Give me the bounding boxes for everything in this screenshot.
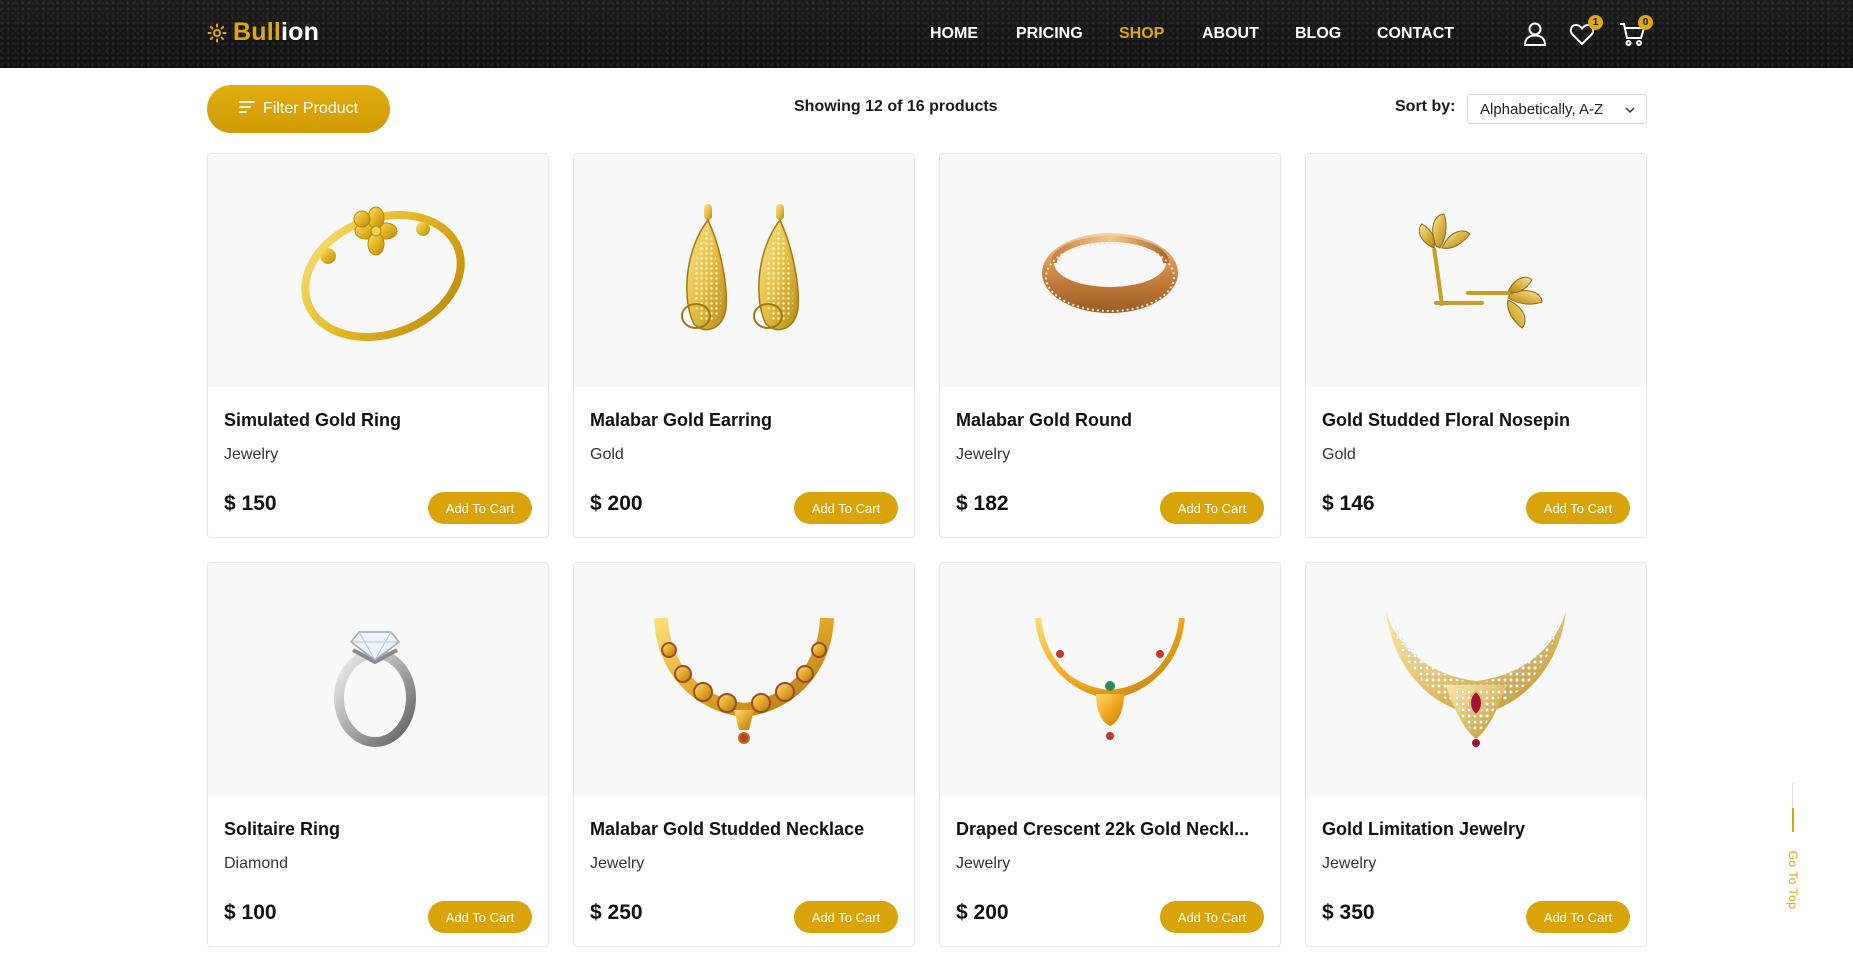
- product-category: Gold: [1322, 446, 1356, 463]
- product-image-gold-studded-necklace[interactable]: [574, 563, 914, 796]
- nav-contact[interactable]: CONTACT: [1377, 25, 1454, 43]
- go-top-track: [1792, 783, 1793, 808]
- product-name[interactable]: Simulated Gold Ring: [224, 410, 401, 431]
- product-price: $ 100: [224, 901, 277, 924]
- filter-product-button[interactable]: Filter Product: [207, 85, 390, 133]
- product-category: Jewelry: [224, 446, 279, 463]
- product-price: $ 150: [224, 492, 277, 515]
- product-category: Gold: [590, 446, 624, 463]
- product-price: $ 146: [1322, 492, 1375, 515]
- go-top-indicator: [1792, 808, 1794, 832]
- product-image-diamond-ruby-necklace[interactable]: [1306, 563, 1646, 796]
- site-header: Bullion HOME PRICING SHOP ABOUT BLOG CON…: [0, 0, 1853, 68]
- product-price: $ 200: [590, 492, 643, 515]
- product-price: $ 200: [956, 901, 1009, 924]
- nav-shop[interactable]: SHOP: [1119, 25, 1164, 43]
- product-name[interactable]: Solitaire Ring: [224, 819, 340, 840]
- product-image-rose-gold-band[interactable]: [940, 154, 1280, 387]
- product-card[interactable]: Solitaire Ring Diamond $ 100 Add To Cart: [207, 562, 549, 947]
- product-card[interactable]: Gold Limitation Jewelry Jewelry $ 350 Ad…: [1305, 562, 1647, 947]
- add-to-cart-button[interactable]: Add To Cart: [1160, 492, 1264, 524]
- product-name[interactable]: Malabar Gold Round: [956, 410, 1132, 431]
- add-to-cart-button[interactable]: Add To Cart: [1526, 492, 1630, 524]
- product-category: Jewelry: [956, 855, 1011, 872]
- product-image-gold-crescent-necklace[interactable]: [940, 563, 1280, 796]
- nav-pricing[interactable]: PRICING: [1016, 25, 1083, 43]
- product-image-diamond-solitaire-ring[interactable]: [208, 563, 548, 796]
- product-card[interactable]: Malabar Gold Round Jewelry $ 182 Add To …: [939, 153, 1281, 538]
- sort-select[interactable]: Alphabetically, A-Z: [1467, 94, 1647, 124]
- heart-icon[interactable]: 1: [1568, 15, 1603, 48]
- wishlist-count-badge: 1: [1588, 15, 1603, 30]
- product-image-gold-floral-stud[interactable]: [1306, 154, 1646, 387]
- add-to-cart-button[interactable]: Add To Cart: [1160, 901, 1264, 933]
- product-name[interactable]: Draped Crescent 22k Gold Neckl...: [956, 819, 1249, 840]
- product-category: Jewelry: [1322, 855, 1377, 872]
- product-card[interactable]: Draped Crescent 22k Gold Neckl... Jewelr…: [939, 562, 1281, 947]
- product-image-gold-drop-earrings[interactable]: [574, 154, 914, 387]
- cart-icon[interactable]: 0: [1618, 15, 1653, 48]
- go-to-top-button[interactable]: Go To Top: [1786, 783, 1800, 909]
- product-price: $ 350: [1322, 901, 1375, 924]
- sort-selected-value: Alphabetically, A-Z: [1480, 100, 1604, 118]
- product-category: Diamond: [224, 855, 289, 872]
- product-image-gold-flower-ring[interactable]: [208, 154, 548, 387]
- nav-about[interactable]: ABOUT: [1202, 25, 1259, 43]
- filter-icon: [239, 100, 255, 119]
- product-name[interactable]: Malabar Gold Earring: [590, 410, 772, 431]
- product-name[interactable]: Gold Limitation Jewelry: [1322, 819, 1525, 840]
- sun-logo-icon: [207, 23, 227, 43]
- add-to-cart-button[interactable]: Add To Cart: [428, 901, 532, 933]
- product-name[interactable]: Malabar Gold Studded Necklace: [590, 819, 864, 840]
- product-card[interactable]: Malabar Gold Earring Gold $ 200 Add To C…: [573, 153, 915, 538]
- product-price: $ 250: [590, 901, 643, 924]
- add-to-cart-button[interactable]: Add To Cart: [794, 492, 898, 524]
- brand-logo[interactable]: Bullion: [207, 18, 319, 47]
- cart-count-badge: 0: [1638, 15, 1653, 30]
- nav-blog[interactable]: BLOG: [1295, 25, 1341, 43]
- product-category: Jewelry: [590, 855, 645, 872]
- product-category: Jewelry: [956, 446, 1011, 463]
- go-top-label: Go To Top: [1786, 850, 1800, 910]
- user-icon[interactable]: [1521, 20, 1549, 48]
- product-card[interactable]: Gold Studded Floral Nosepin Gold $ 146 A…: [1305, 153, 1647, 538]
- product-name[interactable]: Gold Studded Floral Nosepin: [1322, 410, 1570, 431]
- chevron-down-icon: [1624, 103, 1636, 120]
- product-card[interactable]: Malabar Gold Studded Necklace Jewelry $ …: [573, 562, 915, 947]
- add-to-cart-button[interactable]: Add To Cart: [1526, 901, 1630, 933]
- brand-name: Bullion: [233, 18, 320, 46]
- sort-label: Sort by:: [1395, 98, 1456, 115]
- product-price: $ 182: [956, 492, 1009, 515]
- filter-product-label: Filter Product: [262, 100, 359, 117]
- product-card[interactable]: Simulated Gold Ring Jewelry $ 150 Add To…: [207, 153, 549, 538]
- add-to-cart-button[interactable]: Add To Cart: [794, 901, 898, 933]
- results-count: Showing 12 of 16 products: [794, 98, 998, 115]
- nav-home[interactable]: HOME: [930, 25, 978, 43]
- add-to-cart-button[interactable]: Add To Cart: [428, 492, 532, 524]
